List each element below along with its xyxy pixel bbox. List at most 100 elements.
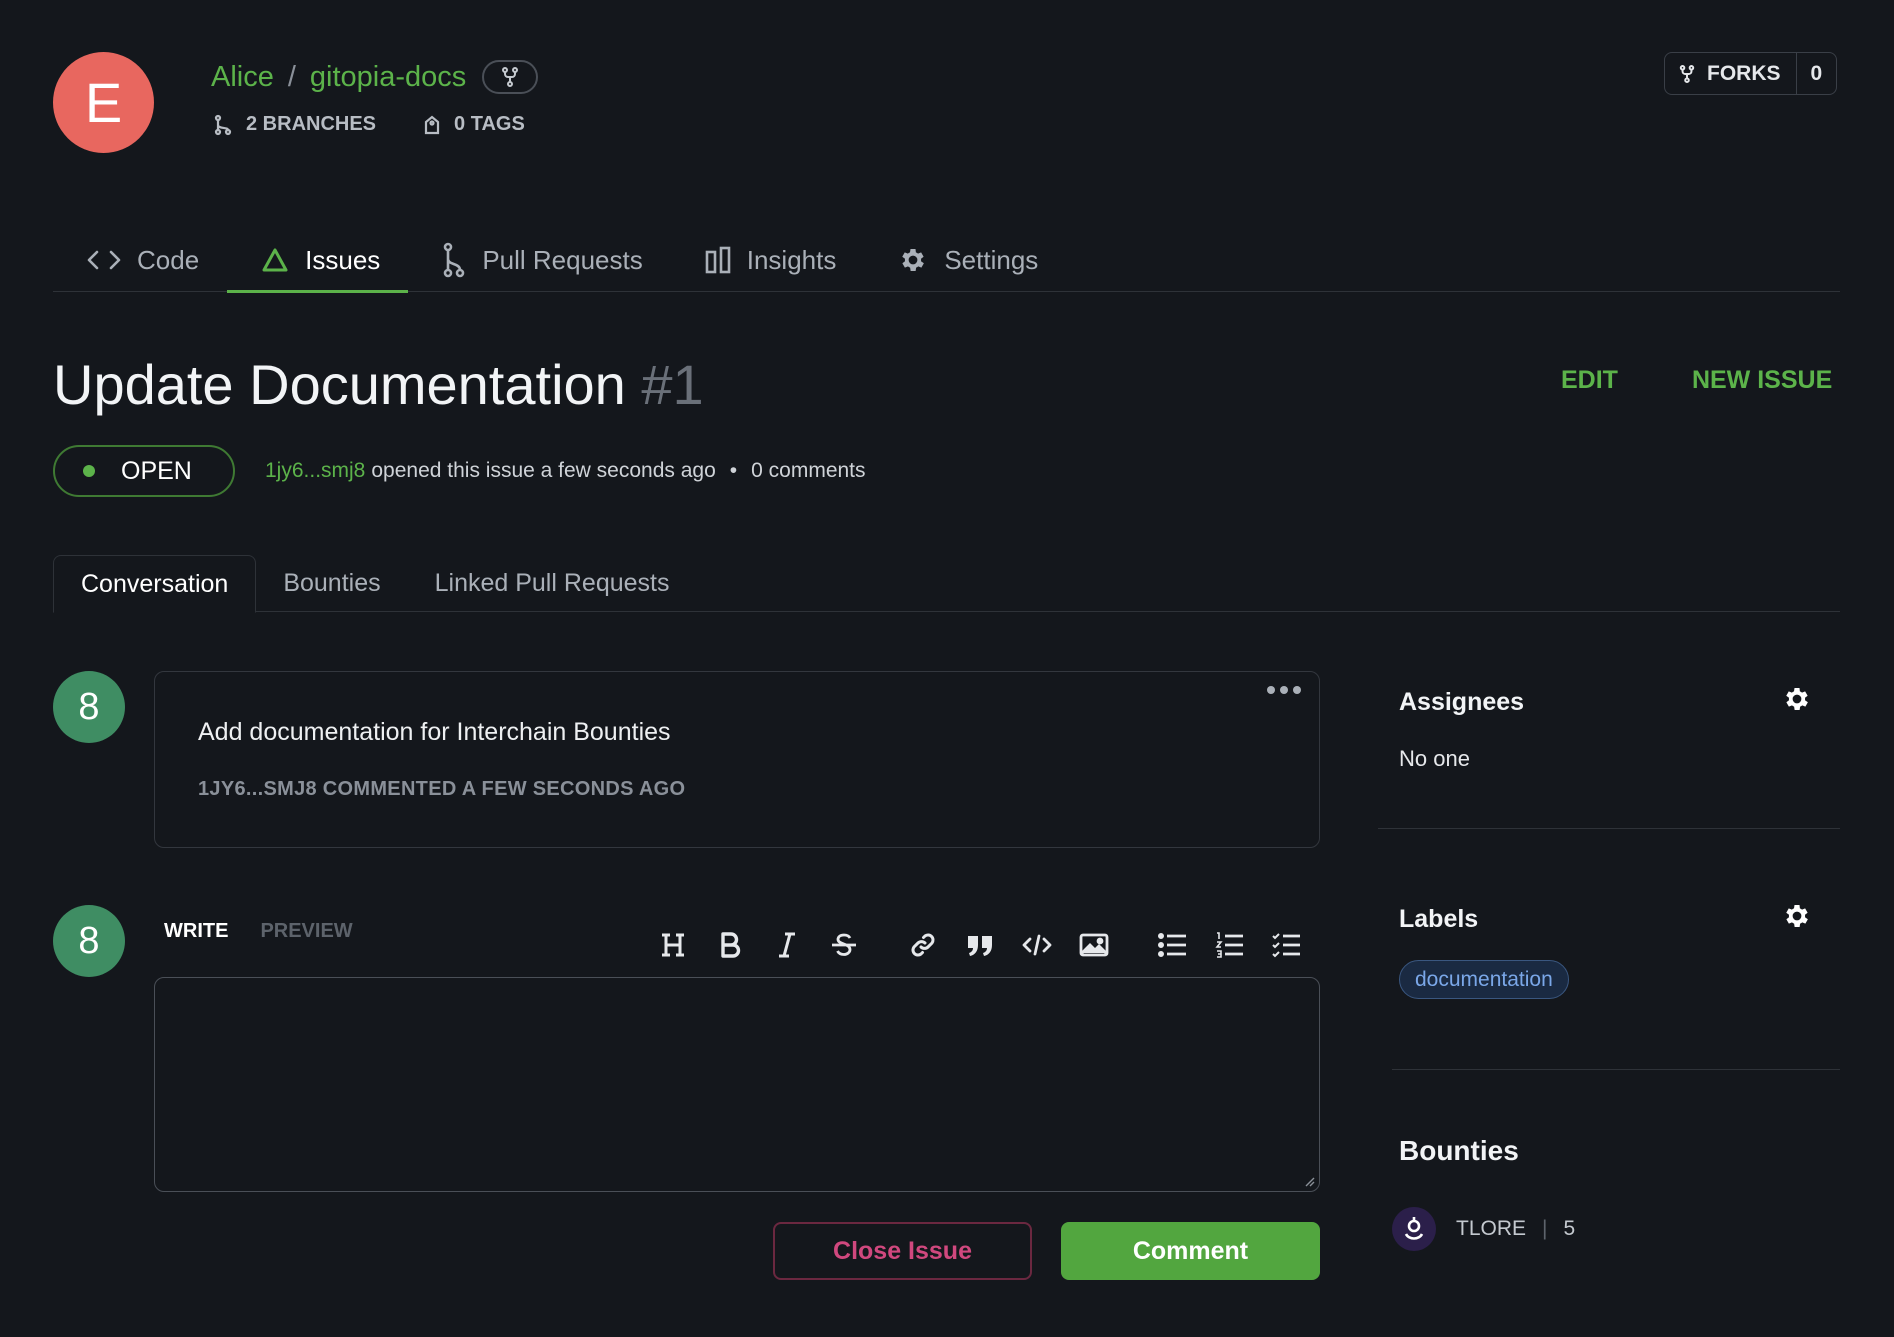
close-issue-button[interactable]: Close Issue — [773, 1222, 1032, 1280]
bold-icon — [720, 932, 740, 958]
tab-settings-label: Settings — [944, 244, 1039, 275]
quote-button[interactable] — [951, 925, 1008, 965]
status-dot-icon — [83, 465, 95, 477]
comments-count: 0 comments — [751, 459, 866, 482]
forks-button[interactable]: FORKS 0 — [1664, 52, 1838, 95]
image-button[interactable] — [1065, 925, 1122, 965]
branches-count: 2 BRANCHES — [246, 113, 377, 135]
bounty-item: TLORE | 5 — [1392, 1207, 1575, 1251]
repo-meta: 2 BRANCHES 0 TAGS — [214, 113, 525, 136]
ordered-list-icon — [1214, 932, 1243, 958]
issue-triangle-icon — [262, 248, 288, 272]
issue-number: #1 — [641, 353, 704, 416]
tab-code-label: Code — [137, 244, 200, 275]
comment-card: Add documentation for Interchain Bountie… — [154, 671, 1320, 848]
meta-bullet: • — [729, 459, 738, 482]
pull-request-icon — [444, 242, 465, 278]
markdown-toolbar — [644, 925, 1315, 965]
bold-button[interactable] — [701, 925, 758, 965]
forks-count[interactable]: 0 — [1797, 53, 1837, 94]
bounty-token: TLORE — [1456, 1217, 1527, 1240]
label-documentation[interactable]: documentation — [1399, 960, 1569, 999]
task-list-button[interactable] — [1258, 925, 1315, 965]
unordered-list-icon — [1157, 933, 1186, 957]
fork-icon — [1679, 64, 1695, 83]
tlore-token-icon — [1392, 1207, 1436, 1251]
code-icon — [1022, 934, 1051, 956]
issue-subtabs: Conversation Bounties Linked Pull Reques… — [53, 555, 1840, 613]
fork-icon — [502, 67, 519, 87]
link-button[interactable] — [894, 925, 951, 965]
comment-author-avatar[interactable]: 8 — [53, 671, 125, 743]
comment-meta: 1JY6...SMJ8 COMMENTED A FEW SECONDS AGO — [198, 778, 686, 800]
issue-actions: EDIT NEW ISSUE — [1561, 366, 1832, 395]
status-badge: OPEN — [53, 445, 235, 497]
italic-icon — [778, 932, 795, 958]
gear-icon — [1786, 688, 1808, 710]
ordered-list-button[interactable] — [1201, 925, 1258, 965]
branch-icon — [214, 114, 232, 135]
code-icon — [87, 250, 121, 270]
issue-author-link[interactable]: 1jy6...smj8 — [265, 459, 365, 483]
tag-icon — [424, 115, 440, 134]
bounty-amount: 5 — [1563, 1217, 1576, 1240]
sidebar-divider — [1392, 1069, 1840, 1070]
gear-icon — [902, 249, 925, 271]
task-list-icon — [1271, 933, 1300, 958]
forks-label: FORKS — [1707, 61, 1781, 85]
tags-link[interactable]: 0 TAGS — [424, 113, 525, 136]
comment-body: Add documentation for Interchain Bountie… — [198, 718, 671, 746]
comment-button[interactable]: Comment — [1061, 1222, 1320, 1280]
tab-pull-requests-label: Pull Requests — [482, 244, 643, 275]
repo-nav: Code Issues Pull Requests Insights Setti… — [53, 228, 1840, 293]
unordered-list-button[interactable] — [1144, 925, 1201, 965]
assignees-value: No one — [1399, 746, 1470, 771]
issue-status-row: OPEN 1jy6...smj8 opened this issue a few… — [53, 445, 866, 497]
tab-settings[interactable]: Settings — [864, 228, 1066, 292]
repo-owner-avatar[interactable]: E — [53, 52, 154, 153]
repo-owner-link[interactable]: Alice — [211, 61, 274, 94]
tab-insights-label: Insights — [746, 244, 837, 275]
new-issue-button[interactable]: NEW ISSUE — [1692, 366, 1832, 395]
preview-tab[interactable]: PREVIEW — [260, 920, 352, 943]
tab-pull-requests[interactable]: Pull Requests — [408, 228, 670, 292]
assignees-title: Assignees — [1399, 688, 1525, 716]
breadcrumb-separator: / — [287, 60, 296, 93]
tab-insights[interactable]: Insights — [671, 228, 865, 292]
tab-bounties[interactable]: Bounties — [256, 555, 407, 612]
write-tab[interactable]: WRITE — [164, 920, 228, 943]
bounties-title: Bounties — [1399, 1135, 1519, 1166]
italic-button[interactable] — [758, 925, 815, 965]
forks-label-section[interactable]: FORKS — [1665, 53, 1797, 94]
tags-count: 0 TAGS — [454, 113, 525, 135]
status-label: OPEN — [121, 456, 192, 485]
quote-icon — [967, 936, 992, 956]
labels-title: Labels — [1399, 905, 1479, 933]
fork-badge[interactable] — [482, 60, 539, 94]
sidebar-divider — [1378, 828, 1840, 829]
assignees-settings-button[interactable] — [1782, 684, 1812, 714]
tab-linked-pull-requests[interactable]: Linked Pull Requests — [408, 555, 697, 612]
strikethrough-button[interactable] — [815, 925, 872, 965]
comment-textarea[interactable] — [154, 977, 1320, 1192]
bounty-separator: | — [1542, 1217, 1548, 1240]
more-options-icon[interactable] — [1267, 686, 1301, 694]
repo-breadcrumb: Alice / gitopia-docs — [211, 60, 539, 94]
tab-conversation[interactable]: Conversation — [53, 555, 257, 613]
issue-opened-text: opened this issue a few seconds ago — [371, 459, 716, 482]
labels-settings-button[interactable] — [1782, 901, 1812, 931]
current-user-avatar[interactable]: 8 — [53, 905, 125, 977]
heading-button[interactable] — [644, 925, 701, 965]
issue-title: Update Documentation #1 — [53, 352, 704, 417]
code-block-button[interactable] — [1008, 925, 1065, 965]
edit-button[interactable]: EDIT — [1561, 366, 1618, 395]
strikethrough-icon — [831, 933, 856, 956]
branches-link[interactable]: 2 BRANCHES — [214, 113, 376, 136]
tab-code[interactable]: Code — [53, 228, 227, 292]
resize-handle-icon[interactable] — [1303, 1175, 1315, 1187]
tab-issues-label: Issues — [305, 244, 381, 275]
gear-icon — [1786, 905, 1808, 927]
repo-name-link[interactable]: gitopia-docs — [310, 61, 466, 94]
tab-issues[interactable]: Issues — [227, 228, 409, 293]
image-icon — [1079, 933, 1108, 957]
